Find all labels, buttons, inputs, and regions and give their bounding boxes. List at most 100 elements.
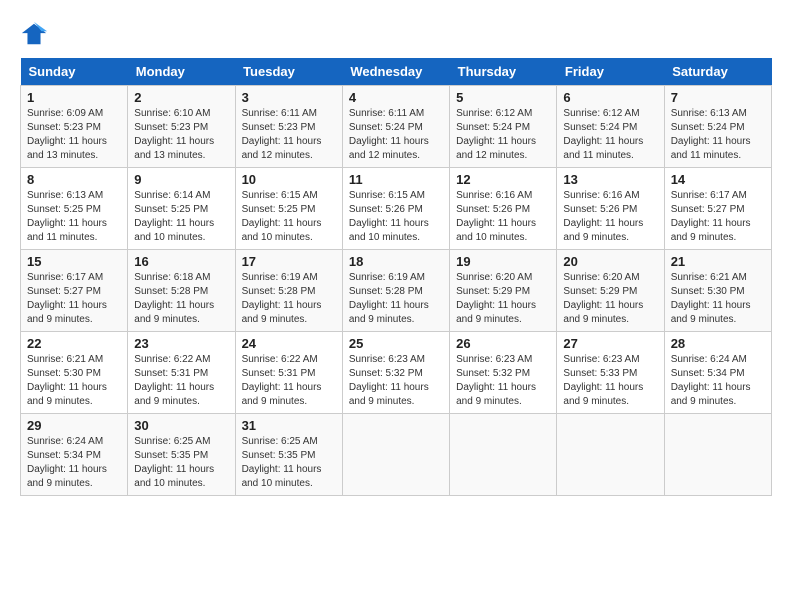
- day-number: 19: [456, 254, 550, 269]
- day-info: Sunrise: 6:16 AM Sunset: 5:26 PM Dayligh…: [563, 189, 657, 245]
- day-number: 30: [134, 418, 228, 433]
- day-number: 3: [242, 90, 336, 105]
- day-info: Sunrise: 6:16 AM Sunset: 5:26 PM Dayligh…: [456, 189, 550, 245]
- day-info: Sunrise: 6:15 AM Sunset: 5:25 PM Dayligh…: [242, 189, 336, 245]
- day-number: 21: [671, 254, 765, 269]
- day-cell-4: 4Sunrise: 6:11 AM Sunset: 5:24 PM Daylig…: [342, 86, 449, 168]
- day-cell-21: 21 Sunrise: 6:21 AM Sunset: 5:30 PM Dayli…: [664, 250, 771, 332]
- day-cell-3: 3 Sunrise: 6:11 AM Sunset: 5:23 PM Daylig…: [235, 86, 342, 168]
- day-info: Sunrise: 6:25 AM Sunset: 5:35 PM Dayligh…: [242, 435, 336, 491]
- day-cell-20: 20 Sunrise: 6:20 AM Sunset: 5:29 PM Dayli…: [557, 250, 664, 332]
- day-info: Sunrise: 6:13 AM Sunset: 5:25 PM Dayligh…: [27, 189, 121, 245]
- day-info: Sunrise: 6:19 AM Sunset: 5:28 PM Dayligh…: [242, 271, 336, 327]
- day-info: Sunrise: 6:10 AM Sunset: 5:23 PM Dayligh…: [134, 107, 228, 163]
- day-number: 14: [671, 172, 765, 187]
- day-info: Sunrise: 6:22 AM Sunset: 5:31 PM Dayligh…: [242, 353, 336, 409]
- day-cell-17: 17Sunrise: 6:19 AM Sunset: 5:28 PM Dayli…: [235, 250, 342, 332]
- day-info: Sunrise: 6:20 AM Sunset: 5:29 PM Dayligh…: [563, 271, 657, 327]
- day-cell-1: 1 Sunrise: 6:09 AM Sunset: 5:23 PM Daylig…: [21, 86, 128, 168]
- day-cell-25: 25 Sunrise: 6:23 AM Sunset: 5:32 PM Dayli…: [342, 332, 449, 414]
- day-number: 20: [563, 254, 657, 269]
- day-cell-27: 27 Sunrise: 6:23 AM Sunset: 5:33 PM Dayli…: [557, 332, 664, 414]
- logo: [20, 20, 52, 48]
- empty-cell: [664, 414, 771, 496]
- day-cell-14: 14 Sunrise: 6:17 AM Sunset: 5:27 PM Dayli…: [664, 168, 771, 250]
- day-cell-26: 26 Sunrise: 6:23 AM Sunset: 5:32 PM Dayli…: [450, 332, 557, 414]
- logo-bird-icon: [20, 20, 48, 48]
- calendar-week-3: 15 Sunrise: 6:17 AM Sunset: 5:27 PM Dayli…: [21, 250, 772, 332]
- day-header-wednesday: Wednesday: [342, 58, 449, 86]
- calendar-week-4: 22 Sunrise: 6:21 AM Sunset: 5:30 PM Dayli…: [21, 332, 772, 414]
- day-cell-7: 7Sunrise: 6:13 AM Sunset: 5:24 PM Daylig…: [664, 86, 771, 168]
- day-info: Sunrise: 6:15 AM Sunset: 5:26 PM Dayligh…: [349, 189, 443, 245]
- day-info: Sunrise: 6:23 AM Sunset: 5:33 PM Dayligh…: [563, 353, 657, 409]
- day-info: Sunrise: 6:19 AM Sunset: 5:28 PM Dayligh…: [349, 271, 443, 327]
- day-cell-12: 12 Sunrise: 6:16 AM Sunset: 5:26 PM Dayli…: [450, 168, 557, 250]
- empty-cell: [342, 414, 449, 496]
- day-info: Sunrise: 6:14 AM Sunset: 5:25 PM Dayligh…: [134, 189, 228, 245]
- day-number: 22: [27, 336, 121, 351]
- day-header-friday: Friday: [557, 58, 664, 86]
- day-number: 9: [134, 172, 228, 187]
- day-number: 26: [456, 336, 550, 351]
- day-info: Sunrise: 6:24 AM Sunset: 5:34 PM Dayligh…: [27, 435, 121, 491]
- day-info: Sunrise: 6:24 AM Sunset: 5:34 PM Dayligh…: [671, 353, 765, 409]
- day-info: Sunrise: 6:17 AM Sunset: 5:27 PM Dayligh…: [671, 189, 765, 245]
- day-cell-31: 31 Sunrise: 6:25 AM Sunset: 5:35 PM Dayli…: [235, 414, 342, 496]
- day-number: 5: [456, 90, 550, 105]
- day-number: 11: [349, 172, 443, 187]
- day-info: Sunrise: 6:11 AM Sunset: 5:23 PM Dayligh…: [242, 107, 336, 163]
- page-header: [20, 20, 772, 48]
- day-number: 18: [349, 254, 443, 269]
- calendar-week-1: 1 Sunrise: 6:09 AM Sunset: 5:23 PM Daylig…: [21, 86, 772, 168]
- day-cell-22: 22 Sunrise: 6:21 AM Sunset: 5:30 PM Dayli…: [21, 332, 128, 414]
- calendar-week-5: 29 Sunrise: 6:24 AM Sunset: 5:34 PM Dayli…: [21, 414, 772, 496]
- empty-cell: [557, 414, 664, 496]
- day-number: 23: [134, 336, 228, 351]
- day-cell-24: 24Sunrise: 6:22 AM Sunset: 5:31 PM Dayli…: [235, 332, 342, 414]
- empty-cell: [450, 414, 557, 496]
- day-number: 29: [27, 418, 121, 433]
- day-info: Sunrise: 6:21 AM Sunset: 5:30 PM Dayligh…: [671, 271, 765, 327]
- day-info: Sunrise: 6:20 AM Sunset: 5:29 PM Dayligh…: [456, 271, 550, 327]
- calendar-week-2: 8 Sunrise: 6:13 AM Sunset: 5:25 PM Daylig…: [21, 168, 772, 250]
- day-number: 16: [134, 254, 228, 269]
- day-cell-10: 10 Sunrise: 6:15 AM Sunset: 5:25 PM Dayli…: [235, 168, 342, 250]
- day-header-sunday: Sunday: [21, 58, 128, 86]
- day-number: 1: [27, 90, 121, 105]
- day-info: Sunrise: 6:23 AM Sunset: 5:32 PM Dayligh…: [456, 353, 550, 409]
- day-info: Sunrise: 6:25 AM Sunset: 5:35 PM Dayligh…: [134, 435, 228, 491]
- day-number: 31: [242, 418, 336, 433]
- day-info: Sunrise: 6:18 AM Sunset: 5:28 PM Dayligh…: [134, 271, 228, 327]
- day-cell-28: 28Sunrise: 6:24 AM Sunset: 5:34 PM Dayli…: [664, 332, 771, 414]
- day-info: Sunrise: 6:12 AM Sunset: 5:24 PM Dayligh…: [563, 107, 657, 163]
- day-header-thursday: Thursday: [450, 58, 557, 86]
- calendar-table: SundayMondayTuesdayWednesdayThursdayFrid…: [20, 58, 772, 496]
- day-number: 8: [27, 172, 121, 187]
- day-cell-29: 29 Sunrise: 6:24 AM Sunset: 5:34 PM Dayli…: [21, 414, 128, 496]
- day-cell-15: 15 Sunrise: 6:17 AM Sunset: 5:27 PM Dayli…: [21, 250, 128, 332]
- day-info: Sunrise: 6:17 AM Sunset: 5:27 PM Dayligh…: [27, 271, 121, 327]
- day-info: Sunrise: 6:21 AM Sunset: 5:30 PM Dayligh…: [27, 353, 121, 409]
- day-info: Sunrise: 6:09 AM Sunset: 5:23 PM Dayligh…: [27, 107, 121, 163]
- day-number: 25: [349, 336, 443, 351]
- day-info: Sunrise: 6:23 AM Sunset: 5:32 PM Dayligh…: [349, 353, 443, 409]
- day-cell-19: 19 Sunrise: 6:20 AM Sunset: 5:29 PM Dayli…: [450, 250, 557, 332]
- day-cell-18: 18 Sunrise: 6:19 AM Sunset: 5:28 PM Dayli…: [342, 250, 449, 332]
- day-cell-30: 30 Sunrise: 6:25 AM Sunset: 5:35 PM Dayli…: [128, 414, 235, 496]
- day-number: 12: [456, 172, 550, 187]
- day-number: 27: [563, 336, 657, 351]
- day-number: 10: [242, 172, 336, 187]
- day-header-tuesday: Tuesday: [235, 58, 342, 86]
- day-cell-9: 9 Sunrise: 6:14 AM Sunset: 5:25 PM Daylig…: [128, 168, 235, 250]
- day-header-saturday: Saturday: [664, 58, 771, 86]
- day-cell-13: 13 Sunrise: 6:16 AM Sunset: 5:26 PM Dayli…: [557, 168, 664, 250]
- day-cell-16: 16 Sunrise: 6:18 AM Sunset: 5:28 PM Dayli…: [128, 250, 235, 332]
- day-cell-5: 5Sunrise: 6:12 AM Sunset: 5:24 PM Daylig…: [450, 86, 557, 168]
- day-cell-6: 6Sunrise: 6:12 AM Sunset: 5:24 PM Daylig…: [557, 86, 664, 168]
- day-cell-8: 8 Sunrise: 6:13 AM Sunset: 5:25 PM Daylig…: [21, 168, 128, 250]
- day-number: 15: [27, 254, 121, 269]
- day-cell-2: 2Sunrise: 6:10 AM Sunset: 5:23 PM Daylig…: [128, 86, 235, 168]
- day-number: 13: [563, 172, 657, 187]
- day-info: Sunrise: 6:11 AM Sunset: 5:24 PM Dayligh…: [349, 107, 443, 163]
